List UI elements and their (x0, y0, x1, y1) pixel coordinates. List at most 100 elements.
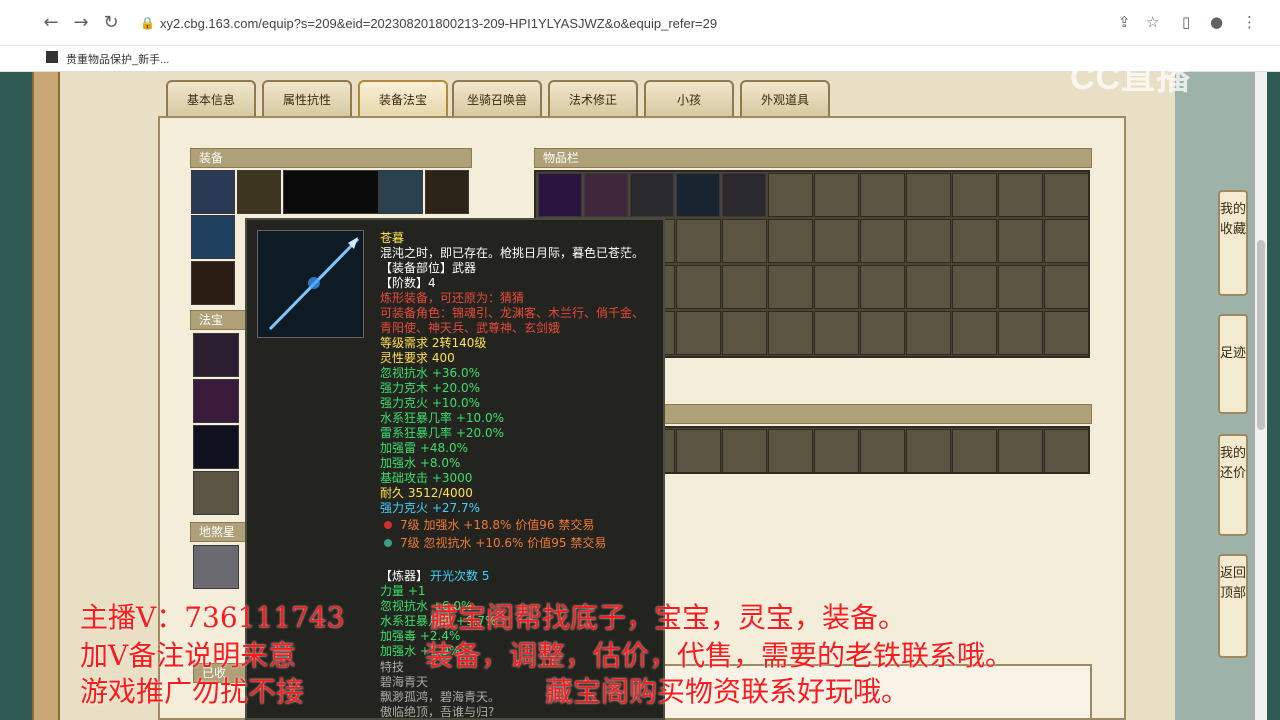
tooltip-line: 等级需求 2转140级 (380, 336, 487, 350)
fabao-header: 法宝 (190, 310, 246, 330)
inventory-empty-cell[interactable] (860, 219, 905, 263)
equip-slot-helmet[interactable] (191, 170, 235, 214)
equip-slot-shoes[interactable] (191, 261, 235, 305)
overlay-line2b: 装备，调整，估价，代售，需要的老铁联系哦。 (425, 639, 1014, 672)
inventory-empty-cell[interactable] (814, 173, 859, 217)
tooltip-line: 强力克火 +10.0% (380, 396, 480, 410)
inventory-empty-cell[interactable] (998, 219, 1043, 263)
inventory-empty-cell[interactable] (860, 311, 905, 355)
tooltip-line: 炼形装备，可还原为：猜猜 (380, 291, 525, 305)
storage-empty-cell[interactable] (814, 429, 859, 473)
overlay-line1b: 藏宝阁帮找底子，宝宝，灵宝，装备。 (430, 601, 907, 634)
tooltip-line: 可装备角色：锦魂引、龙渊客、木兰行、俏千金、 (380, 306, 645, 320)
inventory-empty-cell[interactable] (768, 311, 813, 355)
equip-slot-necklace[interactable] (237, 170, 281, 214)
overlay-line3a: 游戏推广勿扰不接 (80, 675, 305, 708)
poem-line: 碧海青天 (380, 675, 429, 689)
inventory-empty-cell[interactable] (768, 265, 813, 309)
inventory-empty-cell[interactable] (1044, 265, 1089, 309)
inventory-empty-cell[interactable] (998, 311, 1043, 355)
left-border (32, 72, 60, 720)
fabao-slot-1[interactable] (193, 333, 239, 377)
inventory-empty-cell[interactable] (860, 173, 905, 217)
storage-empty-cell[interactable] (998, 429, 1043, 473)
tab-appearance[interactable]: 外观道具 (740, 80, 830, 116)
inventory-item-3[interactable] (630, 173, 674, 217)
inventory-empty-cell[interactable] (906, 219, 951, 263)
storage-empty-cell[interactable] (722, 429, 767, 473)
footprint-button[interactable]: 足迹 (1218, 314, 1248, 414)
star-icon[interactable]: ☆ (1146, 13, 1159, 31)
lock-icon: 🔒 (140, 16, 155, 30)
my-favorites-button[interactable]: 我的收藏 (1218, 190, 1248, 296)
inventory-empty-cell[interactable] (998, 173, 1043, 217)
tab-child[interactable]: 小孩 (644, 80, 734, 116)
character-avatar (283, 170, 379, 214)
inventory-empty-cell[interactable] (722, 265, 767, 309)
equip-header: 装备 (190, 148, 472, 168)
inventory-empty-cell[interactable] (814, 219, 859, 263)
storage-empty-cell[interactable] (860, 429, 905, 473)
back-icon[interactable]: ← (40, 12, 62, 34)
tab-attributes[interactable]: 属性抗性 (262, 80, 352, 116)
inventory-empty-cell[interactable] (814, 265, 859, 309)
inventory-empty-cell[interactable] (814, 311, 859, 355)
inventory-empty-cell[interactable] (768, 173, 813, 217)
storage-empty-cell[interactable] (906, 429, 951, 473)
inventory-item-2[interactable] (584, 173, 628, 217)
fabao-slot-3[interactable] (193, 425, 239, 469)
bookmark-link[interactable]: 贵重物品保护_新手... (66, 51, 169, 67)
tooltip-line: 忽视抗水 +36.0% (380, 366, 480, 380)
tooltip-line: 水系狂暴几率 +10.0% (380, 411, 504, 425)
tab-equipment[interactable]: 装备法宝 (358, 80, 448, 116)
inventory-empty-cell[interactable] (1044, 173, 1089, 217)
inventory-empty-cell[interactable] (952, 173, 997, 217)
tooltip-line: 基础攻击 +3000 (380, 471, 473, 485)
tab-spells[interactable]: 法术修正 (548, 80, 638, 116)
inventory-item-5[interactable] (722, 173, 766, 217)
fabao-slot-4[interactable] (193, 471, 239, 515)
storage-empty-cell[interactable] (952, 429, 997, 473)
storage-empty-cell[interactable] (768, 429, 813, 473)
inventory-empty-cell[interactable] (906, 265, 951, 309)
fabao-slot-2[interactable] (193, 379, 239, 423)
inventory-item-4[interactable] (676, 173, 720, 217)
share-icon[interactable]: ⇪ (1118, 13, 1131, 31)
sidepanel-icon[interactable]: ▯ (1182, 13, 1190, 31)
inventory-empty-cell[interactable] (998, 265, 1043, 309)
storage-empty-cell[interactable] (676, 429, 721, 473)
inventory-empty-cell[interactable] (676, 219, 721, 263)
my-bids-button[interactable]: 我的还价 (1218, 434, 1248, 536)
inventory-empty-cell[interactable] (952, 311, 997, 355)
inventory-empty-cell[interactable] (768, 219, 813, 263)
inventory-empty-cell[interactable] (906, 173, 951, 217)
inventory-empty-cell[interactable] (722, 219, 767, 263)
inventory-header: 物品栏 (534, 148, 1092, 168)
profile-icon[interactable]: ● (1210, 13, 1223, 31)
equip-slot-belt[interactable] (425, 170, 469, 214)
forward-icon[interactable]: → (70, 12, 92, 34)
inventory-empty-cell[interactable] (952, 219, 997, 263)
inventory-empty-cell[interactable] (722, 311, 767, 355)
inventory-item-1[interactable] (538, 173, 582, 217)
equip-slot-weapon[interactable] (191, 215, 235, 259)
tooltip-item-name: 苍暮 (380, 231, 405, 245)
inventory-empty-cell[interactable] (860, 265, 905, 309)
inventory-empty-cell[interactable] (1044, 219, 1089, 263)
inventory-empty-cell[interactable] (676, 311, 721, 355)
bookmark-icon (46, 51, 58, 63)
back-to-top-button[interactable]: 返回顶部 (1218, 554, 1248, 658)
scrollbar-thumb[interactable] (1257, 240, 1265, 430)
storage-empty-cell[interactable] (1044, 429, 1089, 473)
tab-mounts[interactable]: 坐骑召唤兽 (452, 80, 542, 116)
menu-icon[interactable]: ⋮ (1242, 13, 1257, 31)
earth-star-slot[interactable] (193, 545, 239, 589)
inventory-empty-cell[interactable] (676, 265, 721, 309)
tab-basic-info[interactable]: 基本信息 (166, 80, 256, 116)
inventory-empty-cell[interactable] (906, 311, 951, 355)
inventory-empty-cell[interactable] (1044, 311, 1089, 355)
inventory-empty-cell[interactable] (952, 265, 997, 309)
url-text[interactable]: xy2.cbg.163.com/equip?s=209&eid=20230820… (160, 16, 717, 31)
equip-slot-armor[interactable] (379, 170, 423, 214)
reload-icon[interactable]: ↻ (100, 12, 122, 34)
